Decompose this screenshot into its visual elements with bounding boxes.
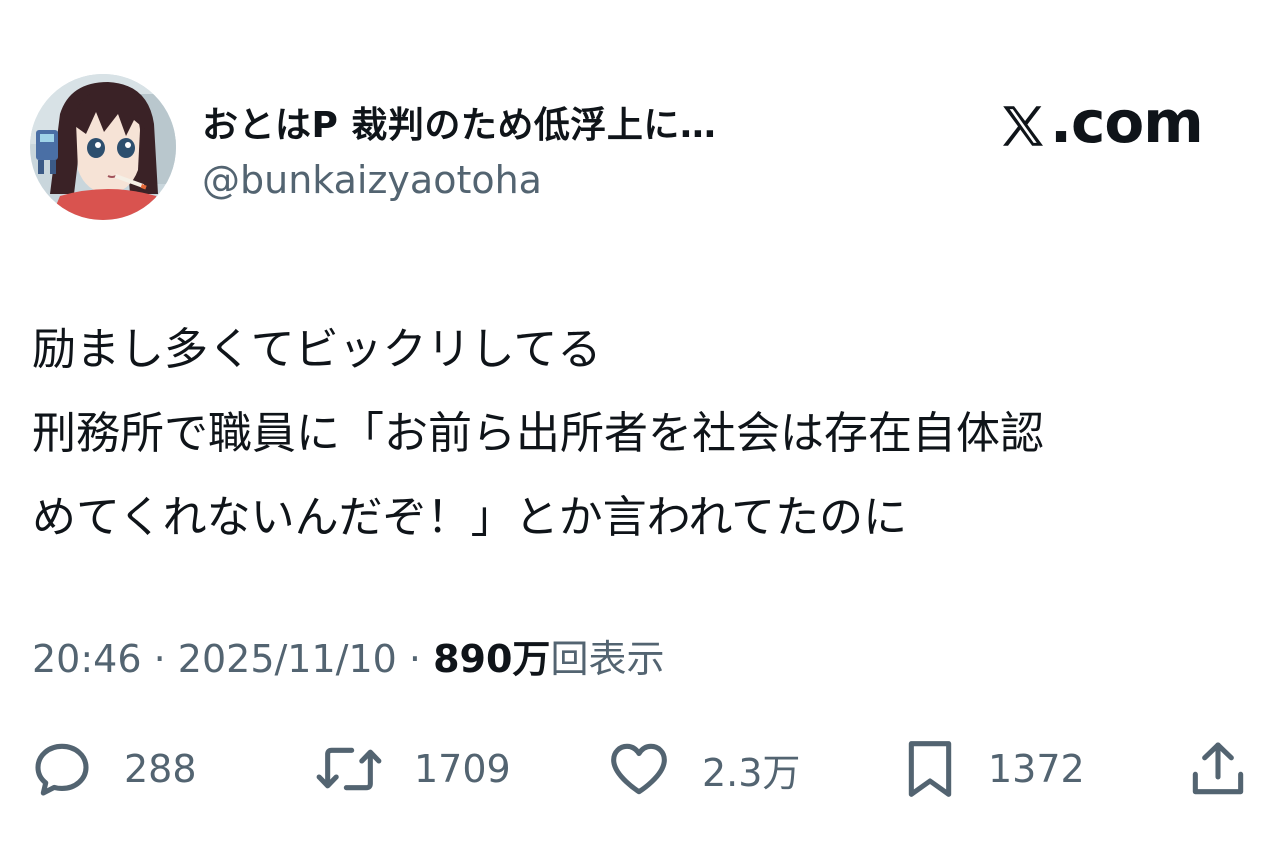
avatar[interactable] — [30, 74, 176, 220]
views-label: 回表示 — [550, 637, 665, 681]
retweet-count: 1709 — [414, 747, 511, 791]
retweet-icon — [314, 737, 384, 801]
meta-separator: · — [408, 637, 422, 681]
bookmark-icon — [902, 737, 958, 801]
tweet-header: おとはP 裁判のため低浮上に… @bunkaizyaotoha .com — [30, 74, 1250, 224]
share-button[interactable] — [1186, 734, 1250, 804]
x-logo-icon — [998, 97, 1048, 147]
tweet-text: 励まし多くてビックリしてる 刑務所で職員に「お前ら出所者を社会は存在自体認 めて… — [32, 308, 1252, 560]
tweet-text-line: 励まし多くてビックリしてる — [32, 324, 602, 375]
reply-count: 288 — [124, 747, 197, 791]
author-display-name[interactable]: おとはP 裁判のため低浮上に… — [202, 96, 716, 148]
bookmark-button[interactable]: 1372 — [902, 734, 1085, 804]
share-icon — [1186, 737, 1250, 801]
retweet-button[interactable]: 1709 — [314, 734, 511, 804]
like-button[interactable]: 2.3万 — [606, 734, 800, 804]
meta-separator: · — [153, 637, 166, 681]
tweet-meta: 20:46 · 2025/11/10 · 890万回表示 — [32, 628, 664, 683]
action-bar: 288 1709 2.3万 1372 — [30, 734, 1250, 804]
brand-label: .com — [998, 88, 1204, 156]
like-count: 2.3万 — [702, 750, 801, 795]
tweet-date[interactable]: 2025/11/10 — [178, 637, 397, 681]
reply-icon — [30, 737, 94, 801]
tweet-text-line: 刑務所で職員に「お前ら出所者を社会は存在自体認 — [32, 408, 1044, 459]
anime-girl-avatar-image — [30, 74, 176, 220]
tweet-time[interactable]: 20:46 — [32, 637, 142, 681]
views-count[interactable]: 890万 — [433, 637, 550, 681]
author-handle[interactable]: @bunkaizyaotoha — [202, 158, 542, 202]
bookmark-count: 1372 — [988, 747, 1085, 791]
heart-icon — [606, 737, 672, 801]
tweet-text-line: めてくれないんだぞ！」とか言われてたのに — [32, 492, 908, 543]
brand-domain-text: .com — [1050, 88, 1204, 156]
reply-button[interactable]: 288 — [30, 734, 197, 804]
